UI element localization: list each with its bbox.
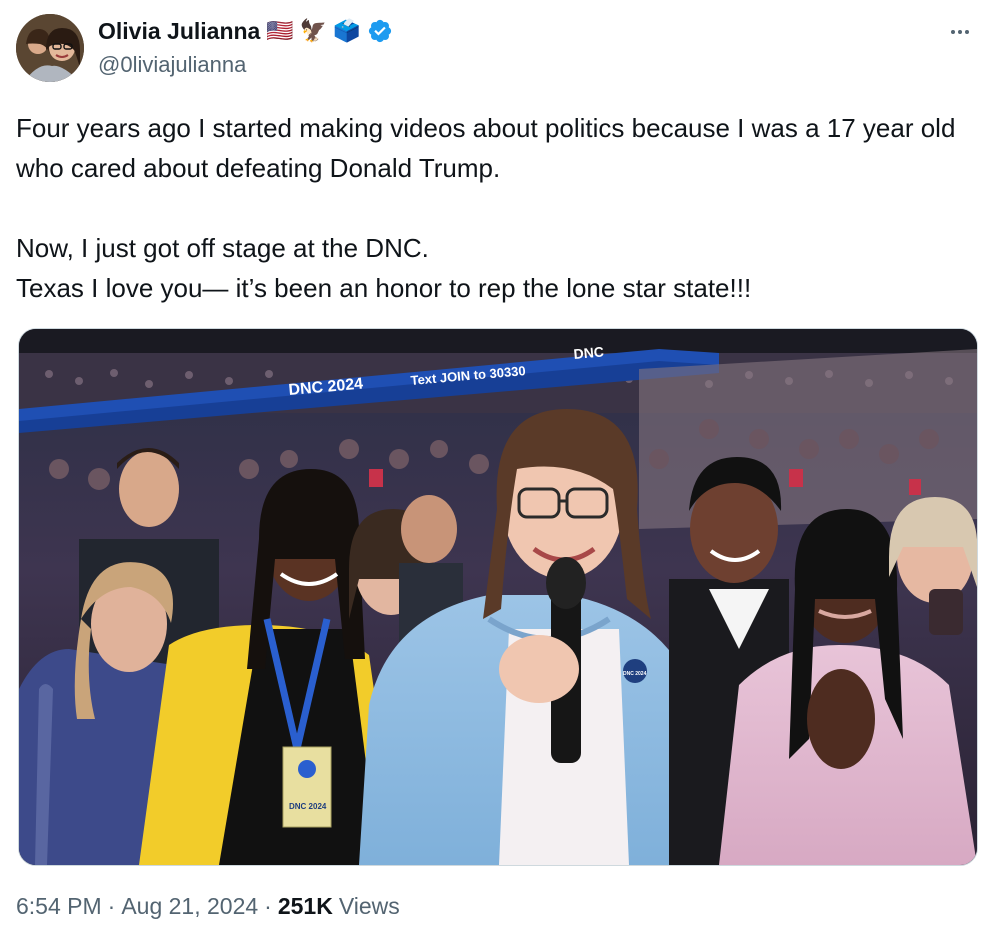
views-count[interactable]: 251K xyxy=(278,893,333,920)
avatar-image xyxy=(16,14,84,82)
author-handle[interactable]: @0liviajulianna xyxy=(98,52,246,78)
tweet-text: Four years ago I started making videos a… xyxy=(16,108,976,308)
verified-badge-icon[interactable] xyxy=(367,18,393,44)
tweet-paragraph-3: Texas I love you— it’s been an honor to … xyxy=(16,273,752,303)
tweet-card: Olivia Julianna 🇺🇸 🦅 🗳️ @0liviajulianna … xyxy=(0,0,992,930)
photo-dnc-floor: DNC 2024 Text JOIN to 30330 DNC DNC 2024… xyxy=(19,329,977,865)
tweet-paragraph-1: Four years ago I started making videos a… xyxy=(16,113,956,183)
separator-dot: · xyxy=(107,893,116,919)
lanyard-badge-text: DNC 2024 xyxy=(289,802,327,811)
tweet-date[interactable]: Aug 21, 2024 xyxy=(121,893,258,920)
dot xyxy=(951,30,955,34)
author-avatar[interactable] xyxy=(16,14,84,82)
tweet-media-photo[interactable]: DNC 2024 Text JOIN to 30330 DNC DNC 2024… xyxy=(18,328,978,866)
views-label: Views xyxy=(338,893,400,919)
us-flag-emoji-icon: 🇺🇸 xyxy=(266,18,294,43)
eagle-emoji-icon: 🦅 xyxy=(299,18,328,43)
dot xyxy=(958,30,962,34)
author-name-row: Olivia Julianna 🇺🇸 🦅 🗳️ xyxy=(98,14,393,48)
ballot-box-emoji-icon: 🗳️ xyxy=(333,18,361,43)
separator-dot: · xyxy=(264,893,272,919)
more-options-icon[interactable] xyxy=(946,20,974,44)
tweet-time[interactable]: 6:54 PM xyxy=(16,893,102,920)
tweet-metadata: 6:54 PM · Aug 21, 2024 · 251K Views xyxy=(16,893,400,920)
author-display-name[interactable]: Olivia Julianna xyxy=(98,18,260,45)
campaign-pin-text: DNC 2024 xyxy=(623,671,647,677)
banner-dnc-right: DNC xyxy=(573,343,605,362)
dot xyxy=(965,30,969,34)
tweet-paragraph-2: Now, I just got off stage at the DNC. xyxy=(16,233,429,263)
